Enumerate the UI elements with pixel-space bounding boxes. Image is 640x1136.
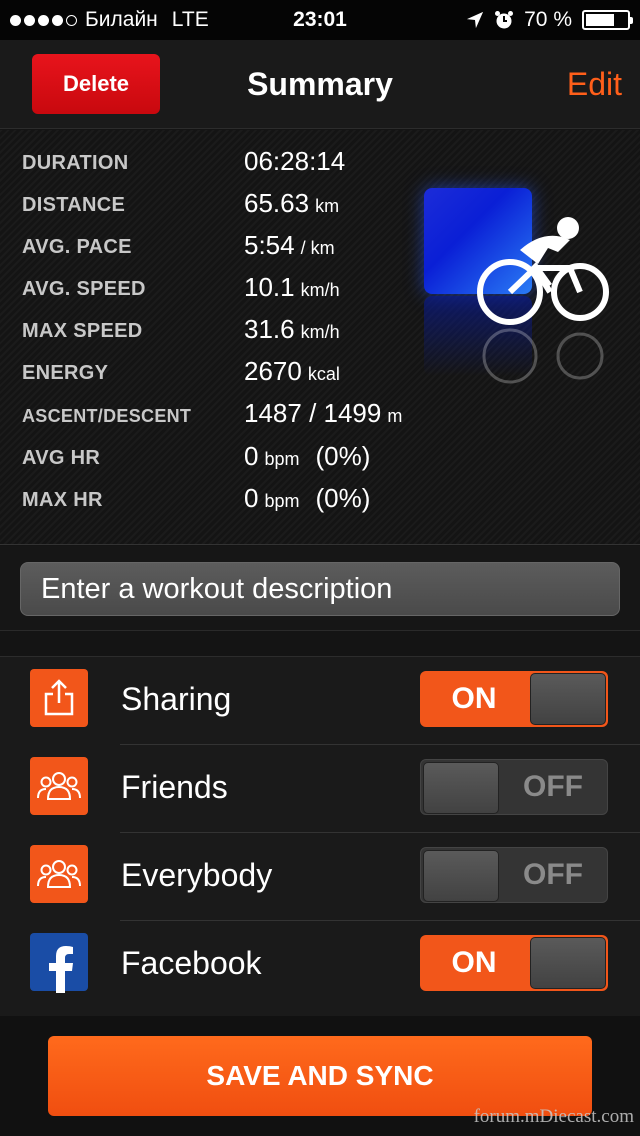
stat-number: 06:28:14 [244,146,346,176]
stat-value: 2670 kcal [244,356,340,387]
stat-label: AVG. SPEED [22,278,146,300]
stat-label: DISTANCE [22,194,126,216]
description-area: Enter a workout description [0,546,640,631]
stat-number: 0 [244,483,259,513]
sharing-toggle[interactable]: ON [420,671,608,727]
toggle-knob [423,850,499,902]
toggle-state: OFF [523,770,583,803]
stat-unit: / km [300,238,335,258]
stat-value: 5:54/ km [244,230,335,261]
stat-unit: km/h [300,280,340,300]
stat-value: 10.1 km/h [244,272,340,303]
sharing-list: Sharing ON Friends OFF Everybody OFF Fac… [0,656,640,1016]
stat-number: 1487 / 1499 [244,398,382,428]
everybody-toggle[interactable]: OFF [420,847,608,903]
nav-bar: Delete Summary Edit [0,40,640,129]
stat-label: AVG HR [22,447,101,469]
sharing-row-sharing: Sharing ON [0,657,640,745]
stat-unit: km/h [300,322,340,342]
stat-number: 10.1 [244,272,295,302]
toggle-knob [423,762,499,814]
stat-percent: (0%) [315,483,371,513]
save-and-sync-button[interactable]: SAVE AND SYNC [48,1036,592,1116]
stat-label: DURATION [22,152,129,174]
stat-value: 65.63 km [244,188,339,219]
stat-label: ENERGY [22,362,109,384]
page-title: Summary [247,66,393,102]
facebook-icon [30,933,88,993]
stat-row-avg-hr: AVG HR 0 bpm (0%) [0,439,640,481]
stat-unit: bpm [264,491,300,511]
stat-number: 31.6 [244,314,295,344]
toggle-state: OFF [523,858,583,891]
stat-label: AVG. PACE [22,236,132,258]
facebook-label: Facebook [121,945,262,981]
stat-number: 2670 [244,356,302,386]
stat-unit: kcal [307,364,340,384]
stat-value: 0 bpm (0%) [244,441,370,472]
watermark: forum.mDiecast.com [473,1106,634,1127]
cyclist-icon [477,217,609,384]
stat-label: MAX HR [22,489,103,511]
alarm-clock-icon [495,11,514,29]
stat-row-max-hr: MAX HR 0 bpm (0%) [0,481,640,523]
stat-unit: m [387,406,403,426]
sharing-label: Sharing [121,681,232,717]
everybody-icon [30,845,88,903]
location-arrow-icon [467,11,484,29]
cycling-icon [420,188,620,388]
workout-description-input[interactable]: Enter a workout description [20,562,620,616]
stat-number: 65.63 [244,188,310,218]
friends-label: Friends [121,769,228,805]
sharing-row-facebook: Facebook ON [0,921,640,1009]
sharing-row-friends: Friends OFF [0,745,640,833]
stat-value: 06:28:14 [244,146,345,177]
facebook-toggle[interactable]: ON [420,935,608,991]
edit-button[interactable]: Edit [567,66,622,103]
toggle-knob [530,937,606,989]
friends-icon [30,757,88,815]
toggle-state: ON [451,946,497,979]
battery-percent: 70 % [524,8,572,31]
stat-label: ASCENT/DESCENT [22,406,192,426]
status-bar: Билайн LTE 23:01 70 % [0,0,640,40]
everybody-label: Everybody [121,857,273,893]
bottom-bar: SAVE AND SYNC forum.mDiecast.com [0,1016,640,1136]
stat-percent: (0%) [315,441,371,471]
stat-label: MAX SPEED [22,320,143,342]
stat-row-duration: DURATION 06:28:14 [0,144,640,186]
battery-icon [582,10,633,30]
workout-stats: DURATION 06:28:14 DISTANCE 65.63 km AVG. … [0,130,640,545]
stat-unit: bpm [264,449,300,469]
stat-unit: km [315,196,340,216]
status-right: 70 % [466,8,633,32]
stat-row-ascent-descent: ASCENT/DESCENT 1487 / 1499 m [0,396,640,438]
toggle-state: ON [451,682,497,715]
stat-value: 31.6 km/h [244,314,340,345]
share-icon [30,669,88,727]
friends-toggle[interactable]: OFF [420,759,608,815]
stat-value: 1487 / 1499 m [244,398,402,429]
stat-value: 0 bpm (0%) [244,483,370,514]
stat-number: 0 [244,441,259,471]
stat-number: 5:54 [244,230,295,260]
toggle-knob [530,673,606,725]
sharing-row-everybody: Everybody OFF [0,833,640,921]
